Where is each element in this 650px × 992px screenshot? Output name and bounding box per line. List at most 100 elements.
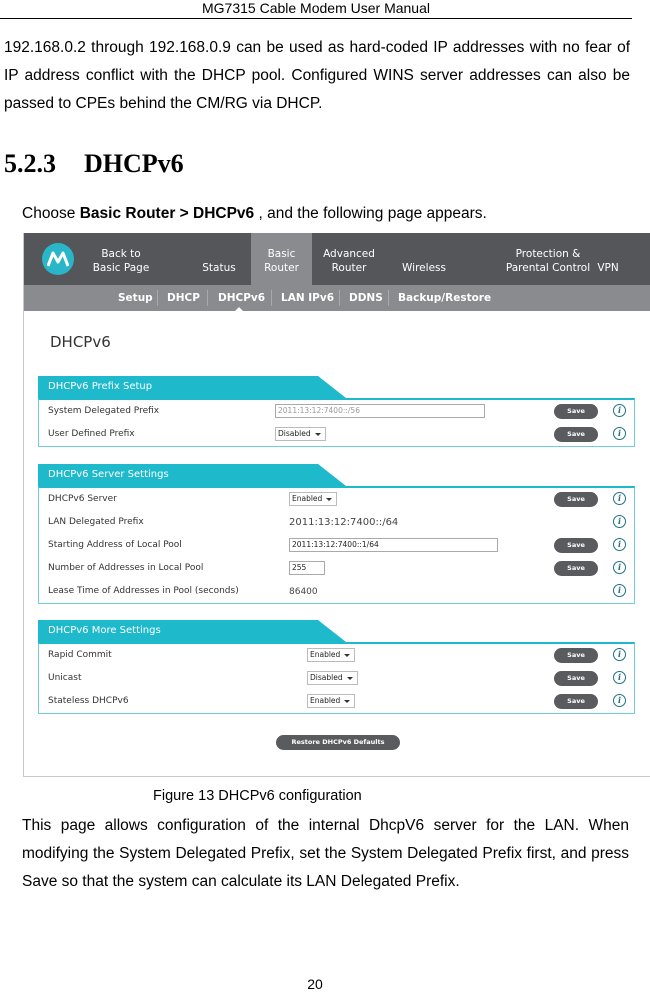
save-button[interactable]: Save bbox=[554, 538, 598, 553]
save-button[interactable]: Save bbox=[554, 694, 598, 709]
section-title: DHCPv6 More Settings bbox=[38, 620, 346, 642]
system-delegated-prefix-input[interactable]: 2011:13:12:7400::/56 bbox=[275, 404, 485, 418]
nav-label-2: Router bbox=[264, 262, 299, 274]
nav-label-2: Parental Control bbox=[505, 262, 591, 274]
nav-back-to-basic[interactable]: Back to Basic Page bbox=[90, 233, 152, 285]
subnav-divider bbox=[271, 290, 272, 306]
info-icon[interactable]: i bbox=[613, 694, 626, 707]
number-of-addresses-input[interactable]: 255 bbox=[289, 561, 325, 575]
subnav-backup-restore[interactable]: Backup/Restore bbox=[398, 285, 491, 311]
subnav-dhcp[interactable]: DHCP bbox=[167, 285, 200, 311]
setting-label: System Delegated Prefix bbox=[48, 406, 160, 416]
info-icon[interactable]: i bbox=[613, 427, 626, 440]
lan-delegated-prefix-value: 2011:13:12:7400::/64 bbox=[289, 517, 399, 528]
sub-nav: Setup DHCP DHCPv6 LAN IPv6 DDNS Backup/R… bbox=[24, 285, 650, 311]
setting-label: Lease Time of Addresses in Pool (seconds… bbox=[48, 586, 239, 596]
nav-label-1: Protection & bbox=[515, 248, 581, 260]
setting-label: Rapid Commit bbox=[48, 650, 112, 660]
setting-row: System Delegated Prefix 2011:13:12:7400:… bbox=[39, 400, 634, 423]
figure-caption: Figure 13 DHCPv6 configuration bbox=[153, 788, 362, 804]
setting-label: Number of Addresses in Local Pool bbox=[48, 563, 204, 573]
instruction-prefix: Choose bbox=[22, 205, 80, 222]
lease-time-value: 86400 bbox=[289, 587, 318, 597]
subnav-setup[interactable]: Setup bbox=[118, 285, 153, 311]
save-button[interactable]: Save bbox=[554, 427, 598, 442]
setting-row: LAN Delegated Prefix 2011:13:12:7400::/6… bbox=[39, 511, 634, 534]
nav-label: Status bbox=[202, 262, 236, 274]
setting-label: Unicast bbox=[48, 673, 82, 683]
nav-label-2: Router bbox=[331, 262, 367, 274]
nav-protection-parental[interactable]: Protection & Parental Control bbox=[500, 233, 596, 285]
instruction-line: Choose Basic Router > DHCPv6 , and the f… bbox=[22, 201, 487, 227]
page-number: 20 bbox=[307, 976, 323, 992]
subnav-divider bbox=[388, 290, 389, 306]
section-title: DHCPv6 Prefix Setup bbox=[38, 376, 346, 398]
rapid-commit-select[interactable]: Enabled bbox=[307, 648, 356, 662]
dhcpv6-screenshot: Back to Basic Page Status Basic Router Adv… bbox=[23, 233, 650, 777]
save-button[interactable]: Save bbox=[554, 404, 598, 419]
setting-row: Unicast Disabled Save i bbox=[39, 667, 634, 690]
nav-label-1: Advanced bbox=[323, 248, 375, 260]
nav-label: Wireless bbox=[402, 262, 446, 274]
top-nav: Back to Basic Page Status Basic Router Adv… bbox=[24, 233, 650, 285]
nav-label-1: Basic bbox=[267, 248, 296, 260]
page-header: MG7315 Cable Modem User Manual bbox=[0, 0, 632, 19]
stateless-dhcpv6-select[interactable]: Enabled bbox=[307, 694, 356, 708]
nav-status[interactable]: Status bbox=[196, 233, 242, 285]
subnav-divider bbox=[157, 290, 158, 306]
save-button[interactable]: Save bbox=[554, 492, 598, 507]
setting-label: DHCPv6 Server bbox=[48, 494, 117, 504]
instruction-suffix: , and the following page appears. bbox=[254, 205, 487, 222]
save-button[interactable]: Save bbox=[554, 648, 598, 663]
setting-label: Starting Address of Local Pool bbox=[48, 540, 182, 550]
setting-row: DHCPv6 Server Enabled Save i bbox=[39, 488, 634, 511]
info-icon[interactable]: i bbox=[613, 561, 626, 574]
setting-label: LAN Delegated Prefix bbox=[48, 517, 144, 527]
unicast-select[interactable]: Disabled bbox=[307, 671, 358, 685]
setting-row: Rapid Commit Enabled Save i bbox=[39, 644, 634, 667]
page-title: DHCPv6 bbox=[50, 333, 111, 351]
setting-row: Starting Address of Local Pool 2011:13:1… bbox=[39, 534, 634, 557]
user-defined-prefix-select[interactable]: Disabled bbox=[275, 427, 326, 441]
section-title: DHCPv6 Server Settings bbox=[38, 464, 346, 486]
nav-label: VPN bbox=[597, 262, 619, 274]
nav-wireless[interactable]: Wireless bbox=[396, 233, 452, 285]
save-button[interactable]: Save bbox=[554, 561, 598, 576]
save-button[interactable]: Save bbox=[554, 671, 598, 686]
subnav-ddns[interactable]: DDNS bbox=[349, 285, 383, 311]
info-icon[interactable]: i bbox=[613, 648, 626, 661]
dhcpv6-server-select[interactable]: Enabled bbox=[289, 492, 338, 506]
body-paragraph: This page allows configuration of the in… bbox=[22, 817, 629, 890]
nav-basic-router[interactable]: Basic Router bbox=[251, 233, 312, 285]
section-title: DHCPv6 bbox=[84, 149, 184, 178]
prefix-setup-section: DHCPv6 Prefix Setup System Delegated Pre… bbox=[38, 376, 635, 447]
setting-row: Stateless DHCPv6 Enabled Save i bbox=[39, 690, 634, 713]
setting-label: User Defined Prefix bbox=[48, 429, 135, 439]
info-icon[interactable]: i bbox=[613, 584, 626, 597]
nav-advanced-router[interactable]: Advanced Router bbox=[319, 233, 379, 285]
intro-paragraph: 192.168.0.2 through 192.168.0.9 can be u… bbox=[4, 39, 630, 112]
setting-row: Number of Addresses in Local Pool 255 Sa… bbox=[39, 557, 634, 580]
info-icon[interactable]: i bbox=[613, 515, 626, 528]
info-icon[interactable]: i bbox=[613, 404, 626, 417]
nav-vpn[interactable]: VPN bbox=[590, 233, 626, 285]
setting-row: Lease Time of Addresses in Pool (seconds… bbox=[39, 580, 634, 603]
info-icon[interactable]: i bbox=[613, 492, 626, 505]
section-heading: 5.2.3 DHCPv6 bbox=[4, 144, 184, 184]
motorola-logo-icon[interactable] bbox=[42, 243, 74, 275]
nav-label-1: Back to bbox=[101, 248, 141, 260]
more-settings-section: DHCPv6 More Settings Rapid Commit Enable… bbox=[38, 620, 635, 714]
starting-address-input[interactable]: 2011:13:12:7400::1/64 bbox=[289, 538, 498, 552]
subnav-divider bbox=[207, 290, 208, 306]
server-settings-section: DHCPv6 Server Settings DHCPv6 Server Ena… bbox=[38, 464, 635, 604]
section-number: 5.2.3 bbox=[4, 149, 56, 178]
info-icon[interactable]: i bbox=[613, 538, 626, 551]
setting-row: User Defined Prefix Disabled Save i bbox=[39, 423, 634, 446]
nav-label-2: Basic Page bbox=[92, 262, 150, 274]
setting-label: Stateless DHCPv6 bbox=[48, 696, 129, 706]
active-tab-caret bbox=[234, 307, 244, 312]
subnav-lan-ipv6[interactable]: LAN IPv6 bbox=[281, 285, 334, 311]
instruction-menu-path: Basic Router > DHCPv6 bbox=[79, 205, 255, 222]
info-icon[interactable]: i bbox=[613, 671, 626, 684]
restore-defaults-button[interactable]: Restore DHCPv6 Defaults bbox=[276, 735, 400, 750]
